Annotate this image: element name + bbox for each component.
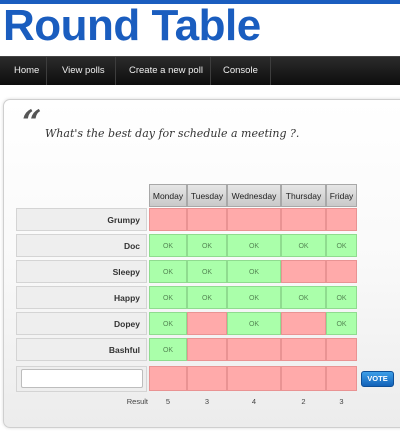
vote-cell-ok: OK [187,234,227,257]
participant-name: Doc [16,234,147,257]
participant-name: Grumpy [16,208,147,231]
nav-item-console[interactable]: Console [223,57,258,85]
new-vote-toggle-tuesday[interactable] [187,366,227,391]
vote-cell-no [326,208,357,231]
vote-cell-ok: OK [227,260,281,283]
vote-cell-no [227,208,281,231]
vote-cell-no [187,208,227,231]
vote-cell-ok: OK [187,260,227,283]
participant-name: Sleepy [16,260,147,283]
vote-cell-no [326,260,357,283]
nav-divider [210,57,211,85]
vote-cell-ok: OK [281,286,326,309]
vote-cell-no [281,312,326,335]
vote-cell-ok: OK [149,312,187,335]
day-header-monday: Monday [149,184,187,207]
vote-cell-ok: OK [149,234,187,257]
nav-divider [46,57,47,85]
vote-cell-ok: OK [326,286,357,309]
vote-cell-ok: OK [281,234,326,257]
new-vote-toggle-friday[interactable] [326,366,357,391]
vote-cell-ok: OK [149,338,187,361]
vote-cell-ok: OK [227,286,281,309]
participant-name-input[interactable] [21,369,143,388]
day-header-thursday: Thursday [281,184,326,207]
result-count-monday: 5 [165,397,171,406]
vote-cell-ok: OK [227,234,281,257]
result-count-friday: 3 [339,397,344,406]
result-label: Result [126,397,148,406]
new-vote-toggle-monday[interactable] [149,366,187,391]
vote-cell-ok: OK [187,286,227,309]
vote-cell-no [187,312,227,335]
result-count-thursday: 2 [301,397,306,406]
poll-question: What's the best day for schedule a meeti… [45,127,300,140]
day-header-wednesday: Wednesday [227,184,281,207]
nav-divider [270,57,271,85]
vote-cell-no [187,338,227,361]
vote-cell-no [281,208,326,231]
nav-item-view-polls[interactable]: View polls [62,57,105,85]
app-logo[interactable]: Round Table [3,1,261,51]
vote-cell-no [281,260,326,283]
result-count-tuesday: 3 [204,397,210,406]
new-vote-toggle-wednesday[interactable] [227,366,281,391]
main-navbar: Home View polls Create a new poll Consol… [0,56,400,85]
nav-item-home[interactable]: Home [14,57,39,85]
vote-button[interactable]: VOTE [361,371,394,387]
vote-cell-ok: OK [326,312,357,335]
result-count-wednesday: 4 [251,397,257,406]
day-header-friday: Friday [326,184,357,207]
vote-cell-ok: OK [227,312,281,335]
vote-cell-ok: OK [149,260,187,283]
nav-divider [115,57,116,85]
new-vote-toggle-thursday[interactable] [281,366,326,391]
vote-cell-ok: OK [326,234,357,257]
vote-cell-no [281,338,326,361]
vote-cell-no [227,338,281,361]
vote-cell-no [326,338,357,361]
participant-name: Bashful [16,338,147,361]
participant-name: Dopey [16,312,147,335]
quote-icon: “ [22,103,42,143]
nav-item-create-poll[interactable]: Create a new poll [129,57,203,85]
vote-cell-no [149,208,187,231]
participant-name: Happy [16,286,147,309]
vote-cell-ok: OK [149,286,187,309]
day-header-tuesday: Tuesday [187,184,227,207]
